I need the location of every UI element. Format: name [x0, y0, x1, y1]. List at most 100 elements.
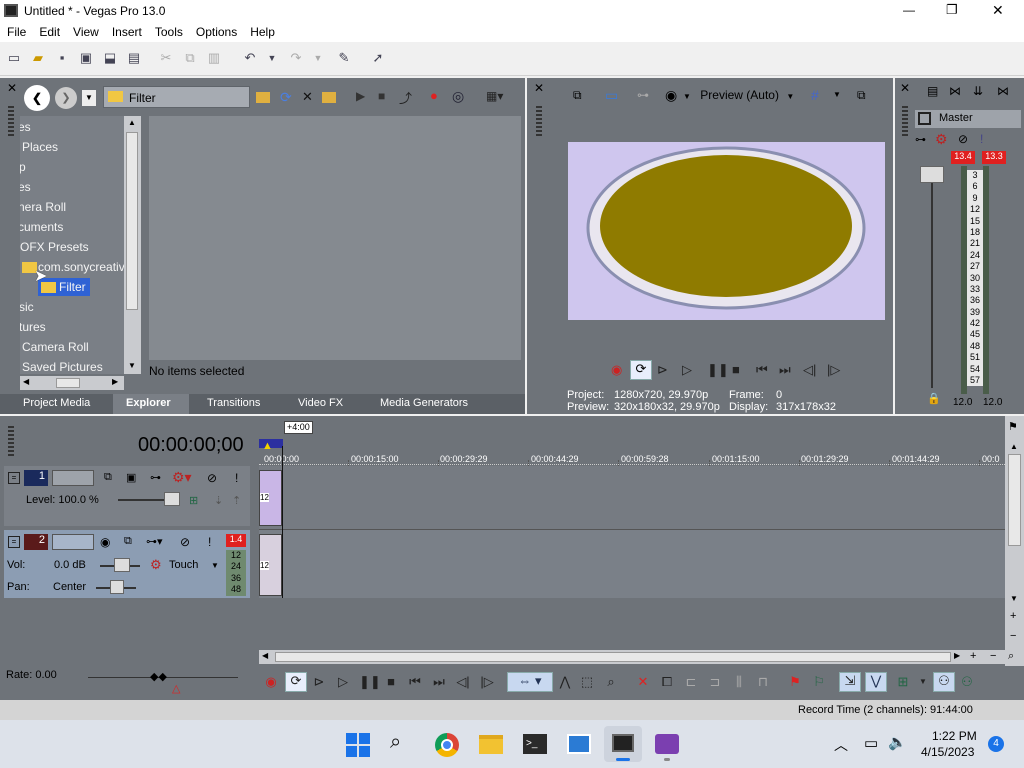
cursor-marker-icon[interactable]: ▲: [262, 440, 273, 452]
cut-icon[interactable]: ✂: [158, 50, 174, 66]
rate-slider-handle[interactable]: ◆◆: [150, 670, 167, 683]
maximize-button[interactable]: ❐: [946, 2, 958, 18]
undo-icon[interactable]: ↶: [242, 50, 258, 66]
scroll-left-icon[interactable]: ◀: [262, 651, 268, 660]
loop-button[interactable]: ⟳: [285, 672, 307, 692]
split-icon[interactable]: ⫼: [731, 674, 747, 690]
vegas-alt-icon[interactable]: [648, 726, 686, 762]
loop-button[interactable]: ⟳: [630, 360, 652, 380]
tab-explorer[interactable]: Explorer: [126, 397, 171, 409]
track-name-field[interactable]: [52, 470, 94, 486]
refresh-icon[interactable]: ⟳: [280, 89, 292, 106]
fx-icon[interactable]: ⊶▾: [146, 535, 163, 548]
preview-properties-icon[interactable]: ⧉: [573, 88, 582, 103]
stop-icon[interactable]: ■: [383, 674, 399, 690]
menu-help[interactable]: Help: [243, 22, 281, 39]
prev-frame-icon[interactable]: ◁|: [455, 674, 471, 690]
terminal-icon[interactable]: >_: [523, 734, 547, 754]
parent-icon[interactable]: ⇣: [214, 494, 223, 507]
tree-hscroll[interactable]: ◀ ▶: [20, 376, 124, 390]
tab-transitions[interactable]: Transitions: [207, 397, 260, 409]
scroll-up-icon[interactable]: ▲: [128, 118, 136, 127]
help-pointer-icon[interactable]: ➚: [370, 50, 386, 66]
folder-tree[interactable]: es Places p es nera Roll cuments OFX Pre…: [20, 116, 124, 374]
zoom-in-h-icon[interactable]: +: [970, 650, 976, 662]
insert-region-icon[interactable]: ⚐: [811, 674, 827, 690]
master-fx-icon[interactable]: ⊶: [915, 133, 926, 146]
composite-icon[interactable]: ⧉: [104, 471, 112, 484]
preview-mode-dropdown[interactable]: ▼ Preview (Auto) ▼: [683, 88, 803, 102]
play-preview-icon[interactable]: ▶: [356, 89, 365, 103]
tree-item[interactable]: p: [20, 160, 26, 178]
tab-media-generators[interactable]: Media Generators: [380, 397, 468, 409]
normal-edit-tool-icon[interactable]: ⇔ ▾: [507, 672, 553, 692]
master-solo-icon[interactable]: !: [980, 132, 983, 146]
scroll-thumb[interactable]: [126, 132, 138, 310]
video-event[interactable]: 12: [259, 470, 282, 526]
history-dropdown-icon[interactable]: ▼: [82, 90, 96, 106]
redo-dropdown-icon[interactable]: ▼: [310, 50, 326, 66]
start-capture-icon[interactable]: ●: [430, 88, 438, 103]
pause-icon[interactable]: ❚❚: [359, 674, 381, 690]
envelope-tool-icon[interactable]: ⋀: [557, 674, 573, 690]
scroll-up-icon[interactable]: ▲: [1010, 442, 1018, 451]
record-icon[interactable]: ◉: [611, 362, 622, 378]
vegas-taskbar-icon[interactable]: [604, 726, 642, 762]
split-screen-icon[interactable]: ◉: [665, 87, 677, 104]
master-props-icon[interactable]: ▤: [927, 84, 938, 98]
compositing-mode-icon[interactable]: ⊞: [189, 494, 198, 507]
panel-close-icon[interactable]: ✕: [7, 81, 17, 95]
tree-item[interactable]: sic: [20, 300, 34, 318]
automation-dropdown-icon[interactable]: ▼: [211, 561, 219, 570]
go-to-start-icon[interactable]: ⏮: [756, 362, 768, 378]
tree-item[interactable]: cuments: [20, 220, 63, 238]
dim-icon[interactable]: ⇊: [973, 84, 983, 98]
menu-view[interactable]: View: [66, 22, 105, 39]
file-list[interactable]: [149, 116, 521, 360]
up-folder-icon[interactable]: [256, 92, 270, 103]
pan-slider-handle[interactable]: [110, 580, 124, 594]
new-folder-icon[interactable]: [322, 92, 336, 103]
stop-preview-icon[interactable]: ■: [378, 89, 385, 103]
track-header-audio[interactable]: = 2 ◉ ⧉ ⊶▾ ⊘ ! 1.4 Vol: 0.0 dB ⚙ Touch ▼…: [4, 530, 250, 598]
pause-icon[interactable]: ❚❚: [707, 362, 729, 378]
level-slider-handle[interactable]: [164, 492, 180, 506]
play-icon[interactable]: ▷: [335, 674, 351, 690]
control-panel-icon[interactable]: [567, 734, 591, 754]
forward-button[interactable]: ❯: [55, 87, 77, 109]
lock-icon[interactable]: ⊓: [755, 674, 771, 690]
search-icon[interactable]: ⌕: [390, 731, 401, 754]
master-fader-handle[interactable]: [920, 166, 944, 183]
file-explorer-icon[interactable]: [479, 735, 503, 754]
clock-date[interactable]: 4/15/2023: [921, 745, 974, 759]
tree-item[interactable]: tures: [20, 320, 46, 338]
go-to-start-icon[interactable]: ⏮: [407, 674, 423, 690]
ignore-grouping-icon[interactable]: ⚇: [959, 674, 975, 690]
tab-project-media[interactable]: Project Media: [23, 397, 90, 409]
meter-options-icon[interactable]: ⋈: [997, 84, 1009, 98]
scroll-left-icon[interactable]: ◀: [23, 377, 29, 386]
copy-snapshot-icon[interactable]: ⧉: [857, 88, 866, 103]
tree-item[interactable]: Places: [22, 140, 58, 158]
marker-flag-icon[interactable]: ⚑: [1008, 420, 1018, 433]
tree-item[interactable]: Saved Pictures: [22, 360, 103, 374]
zoom-in-icon[interactable]: +: [1010, 610, 1016, 622]
chrome-icon[interactable]: [435, 733, 459, 757]
new-icon[interactable]: ▭: [6, 50, 22, 66]
overlays-icon[interactable]: #: [811, 87, 819, 103]
minimize-button[interactable]: —: [903, 3, 915, 17]
timeline-vscroll[interactable]: ⚑ ▲ ▼ + −: [1005, 416, 1024, 666]
notification-badge[interactable]: 4: [988, 736, 1004, 752]
scroll-down-icon[interactable]: ▼: [128, 361, 136, 370]
tree-item[interactable]: nera Roll: [20, 200, 66, 218]
path-field[interactable]: Filter: [103, 86, 250, 108]
clock-time[interactable]: 1:22 PM: [932, 729, 977, 743]
save-as-icon[interactable]: ▣: [78, 50, 94, 66]
go-to-end-icon[interactable]: ⏭: [779, 362, 791, 378]
tree-item[interactable]: es: [20, 120, 31, 138]
delete-icon[interactable]: ✕: [302, 89, 313, 105]
scroll-thumb[interactable]: [56, 378, 80, 388]
master-gear-icon[interactable]: ⚙: [935, 131, 948, 148]
views-icon[interactable]: ▦▾: [486, 89, 503, 103]
menu-edit[interactable]: Edit: [32, 22, 66, 39]
